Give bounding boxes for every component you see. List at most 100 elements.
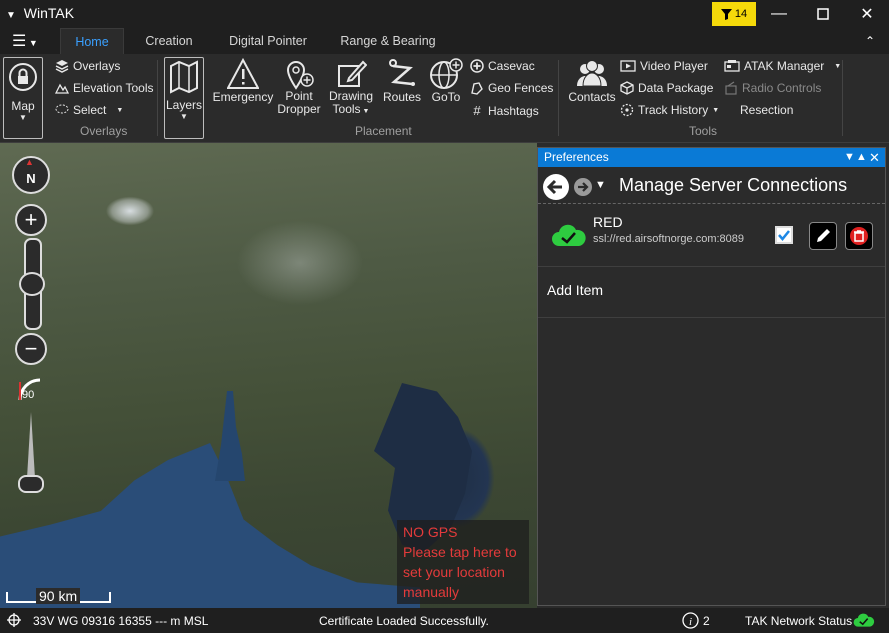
crosshair-icon[interactable]	[7, 613, 21, 627]
close-icon: ✕	[860, 6, 874, 23]
coordinate-readout[interactable]: 33V WG 09316 16355 --- m MSL	[33, 614, 208, 628]
overlays-group-label: Overlays	[80, 124, 128, 138]
emergency-button[interactable]: Emergency	[212, 58, 274, 104]
drawing-tools-label: Drawing Tools ▼	[326, 90, 376, 118]
tab-home[interactable]: Home	[60, 28, 124, 55]
back-arrow-icon[interactable]	[542, 173, 570, 201]
drawing-tools-button[interactable]: Drawing Tools ▼	[326, 58, 376, 118]
minimize-button[interactable]: —	[757, 0, 801, 28]
ribbon-separator	[842, 60, 843, 136]
app-title: WinTAK	[23, 5, 75, 21]
routes-button[interactable]: Routes	[380, 58, 424, 104]
preferences-panel: Preferences ▼ ▲ ✕ ▼ Manage Server Connec…	[537, 147, 886, 606]
globe-add-icon	[430, 58, 463, 89]
point-dropper-button[interactable]: Point Dropper	[274, 58, 324, 116]
app-menu-chevron-icon: ▼	[6, 10, 16, 21]
ribbon-separator	[558, 60, 559, 136]
chevron-down-icon: ▼	[834, 62, 842, 70]
panel-menu-icon[interactable]: ▼	[844, 148, 855, 167]
casevac-button[interactable]: Casevac	[470, 59, 535, 73]
compass-button[interactable]: ▲ N	[12, 156, 50, 194]
contacts-label: Contacts	[568, 90, 616, 104]
info-icon[interactable]: i	[682, 612, 699, 629]
pencil-icon	[338, 60, 367, 87]
chevron-down-icon: ▼	[180, 112, 188, 121]
casevac-icon	[470, 59, 484, 73]
panel-close-icon[interactable]: ✕	[869, 148, 880, 167]
tab-range-bearing[interactable]: Range & Bearing	[334, 28, 442, 54]
map-sea	[0, 443, 420, 608]
routes-label: Routes	[382, 90, 422, 104]
close-button[interactable]: ✕	[845, 0, 889, 28]
preferences-nav: ▼ Manage Server Connections	[538, 167, 885, 204]
collapse-ribbon-button[interactable]: ⌃	[855, 28, 885, 54]
no-gps-line: manually	[403, 584, 460, 600]
track-history-button[interactable]: Track History ▼	[620, 103, 719, 117]
map-pin-add-icon	[286, 61, 314, 90]
plus-icon: +	[24, 207, 38, 232]
maximize-button[interactable]	[801, 0, 845, 28]
edit-server-button[interactable]	[809, 222, 837, 250]
add-item-row[interactable]: Add Item	[538, 267, 885, 318]
map-button[interactable]: Map ▼	[3, 57, 43, 139]
overlays-button[interactable]: Overlays	[55, 59, 120, 73]
contacts-button[interactable]: Contacts	[566, 58, 618, 104]
network-status-label[interactable]: TAK Network Status	[745, 614, 852, 628]
status-bar: 33V WG 09316 16355 --- m MSL Certificate…	[0, 608, 889, 633]
resection-button[interactable]: Resection	[740, 103, 793, 117]
tab-creation[interactable]: Creation	[136, 28, 202, 54]
elevation-tools-button[interactable]: Elevation Tools	[55, 81, 154, 95]
ribbon: Map ▼ Overlays Elevation Tools Select ▼ …	[0, 54, 889, 143]
network-cloud-icon	[853, 613, 875, 627]
select-button[interactable]: Select ▼	[55, 103, 123, 117]
point-dropper-label: Point Dropper	[277, 89, 321, 116]
server-enabled-checkbox[interactable]	[775, 226, 793, 244]
overlays-label: Overlays	[73, 59, 121, 73]
data-package-icon	[620, 81, 634, 95]
video-icon	[620, 60, 636, 72]
server-row[interactable]: RED ssl://red.airsoftnorge.com:8089	[538, 204, 885, 267]
lasso-icon	[55, 104, 69, 114]
radio-controls-button[interactable]: Radio Controls	[724, 81, 821, 95]
map-lock-icon	[9, 63, 37, 91]
ribbon-separator	[157, 60, 158, 136]
maximize-icon	[817, 8, 829, 20]
zoom-in-button[interactable]: +	[15, 204, 47, 236]
filter-count: 14	[734, 8, 748, 20]
data-package-button[interactable]: Data Package	[620, 81, 713, 95]
delete-server-button[interactable]	[845, 222, 873, 250]
atak-manager-button[interactable]: ATAK Manager ▼	[724, 59, 841, 73]
layers-label: Layers	[165, 98, 203, 112]
tilt-slider[interactable]	[18, 410, 44, 494]
hamburger-icon: ☰	[12, 33, 27, 50]
tools-group-label: Tools	[689, 124, 718, 138]
atak-manager-label: ATAK Manager	[744, 59, 825, 73]
north-arrow-icon: ▲	[25, 157, 34, 167]
pin-icon[interactable]: ▲	[856, 148, 867, 167]
minus-icon: −	[24, 336, 38, 361]
geo-fences-label: Geo Fences	[488, 81, 554, 95]
ribbon-tabs: ☰ ▼ Home Creation Digital Pointer Range …	[0, 28, 889, 55]
tilt-value: 90	[22, 389, 35, 401]
elevation-icon	[55, 83, 69, 94]
zoom-out-button[interactable]: −	[15, 333, 47, 365]
geo-fences-button[interactable]: Geo Fences	[470, 81, 553, 95]
app-title-area[interactable]: ▼ WinTAK	[6, 5, 74, 21]
history-dropdown-icon[interactable]: ▼	[595, 179, 606, 191]
no-gps-notice[interactable]: NO GPS Please tap here to set your locat…	[397, 520, 529, 604]
filter-badge[interactable]: 14	[712, 2, 756, 26]
select-label: Select	[73, 103, 107, 117]
warning-triangle-icon	[227, 58, 259, 89]
video-player-button[interactable]: Video Player	[620, 59, 708, 73]
zoom-slider-handle[interactable]	[19, 272, 45, 296]
video-player-label: Video Player	[640, 59, 708, 73]
goto-button[interactable]: GoTo	[426, 58, 466, 104]
hamburger-menu[interactable]: ☰ ▼	[12, 31, 38, 51]
layers-button[interactable]: Layers ▼	[164, 57, 204, 139]
forward-arrow-icon[interactable]	[573, 177, 593, 197]
scale-label: 90 km	[36, 588, 81, 604]
tab-digital-pointer[interactable]: Digital Pointer	[218, 28, 318, 54]
chevron-down-icon: ▼	[19, 113, 27, 122]
data-package-label: Data Package	[638, 81, 714, 95]
hashtags-button[interactable]: # Hashtags	[470, 103, 538, 118]
